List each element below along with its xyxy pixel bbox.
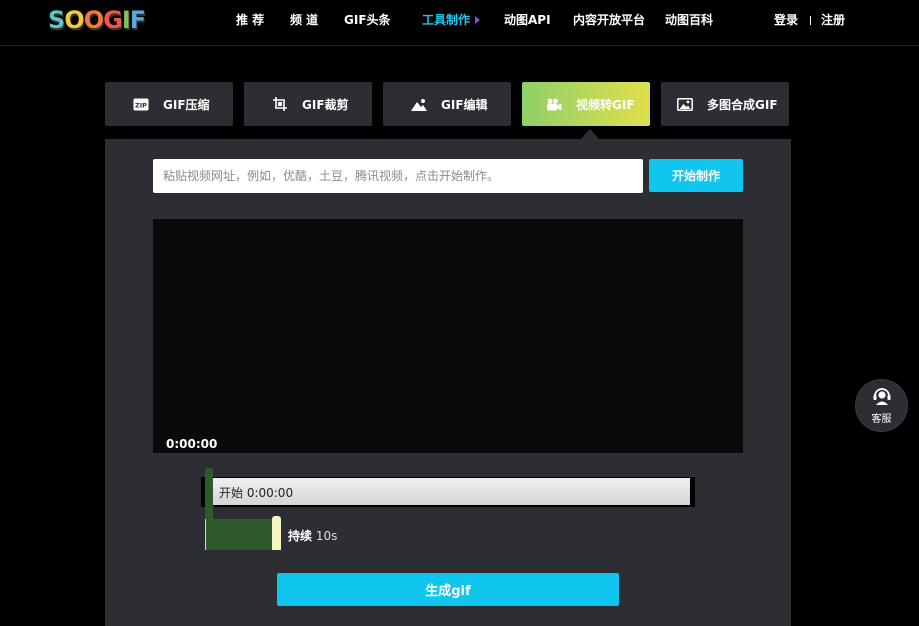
tab-video-to-gif[interactable]: 视频转GIF — [522, 82, 650, 126]
nav-gif-api[interactable]: 动图API — [504, 11, 551, 29]
nav-tools[interactable]: 工具制作 — [422, 11, 470, 29]
tab-label: GIF裁剪 — [302, 96, 349, 113]
nav-tools-indicator-icon — [475, 16, 480, 24]
edit-image-icon — [411, 97, 427, 111]
duration-prefix: 持续 — [288, 529, 312, 543]
video-preview[interactable] — [153, 219, 743, 453]
zip-icon: ZIP — [133, 97, 149, 111]
nav-open-platform[interactable]: 内容开放平台 — [573, 11, 645, 29]
register-link[interactable]: 注册 — [821, 11, 845, 29]
logo-letter: G — [103, 6, 122, 34]
tab-label: 多图合成GIF — [707, 96, 778, 113]
headset-icon — [872, 387, 892, 409]
svg-text:ZIP: ZIP — [135, 101, 147, 109]
auth-divider — [810, 16, 811, 25]
top-header: S O O G I F 推 荐 频 道 GIF头条 工具制作 动图API 内容开… — [0, 0, 919, 46]
site-logo[interactable]: S O O G I F — [48, 6, 145, 34]
start-handle[interactable] — [205, 468, 213, 521]
start-making-button[interactable]: 开始制作 — [649, 159, 743, 192]
logo-letter: S — [48, 6, 64, 34]
logo-letter: F — [130, 6, 145, 34]
login-link[interactable]: 登录 — [774, 11, 798, 29]
tab-label: GIF压缩 — [163, 96, 210, 113]
video-timecode: 0:00:00 — [166, 437, 217, 451]
tab-gif-edit[interactable]: GIF编辑 — [383, 82, 511, 126]
video-url-input[interactable] — [153, 159, 643, 193]
logo-letter: O — [64, 6, 83, 34]
duration-range — [205, 519, 273, 550]
video-camera-icon — [546, 97, 562, 111]
service-label: 客服 — [872, 410, 892, 425]
tab-label: 视频转GIF — [576, 96, 635, 113]
logo-letter: I — [122, 6, 130, 34]
nav-recommend[interactable]: 推 荐 — [236, 11, 264, 29]
tab-multi-image-gif[interactable]: 多图合成GIF — [661, 82, 789, 126]
start-time-label: 开始 0:00:00 — [219, 484, 293, 501]
nav-channel[interactable]: 频 道 — [290, 11, 318, 29]
crop-icon — [272, 97, 288, 111]
nav-gif-headlines[interactable]: GIF头条 — [344, 11, 391, 29]
duration-value: 10s — [316, 529, 338, 543]
tab-label: GIF编辑 — [441, 96, 488, 113]
generate-gif-button[interactable]: 生成gif — [277, 573, 619, 606]
tab-gif-crop[interactable]: GIF裁剪 — [244, 82, 372, 126]
active-tab-pointer — [581, 129, 599, 139]
nav-gif-wiki[interactable]: 动图百科 — [665, 11, 713, 29]
duration-label: 持续 10s — [288, 527, 337, 544]
duration-handle[interactable] — [272, 516, 281, 550]
tab-gif-compress[interactable]: ZIP GIF压缩 — [105, 82, 233, 126]
customer-service-button[interactable]: 客服 — [855, 379, 908, 432]
image-icon — [677, 97, 693, 111]
logo-letter: O — [84, 6, 103, 34]
